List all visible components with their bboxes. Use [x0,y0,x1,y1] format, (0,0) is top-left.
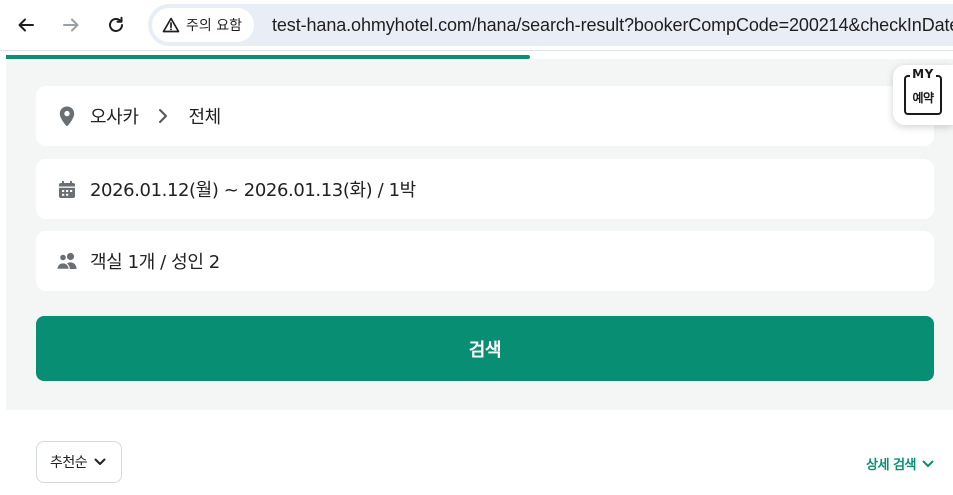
guests-field[interactable]: 객실 1개 / 성인 2 [36,231,934,291]
date-range: 2026.01.12(월) ~ 2026.01.13(화) / 1박 [90,180,416,201]
sort-dropdown[interactable]: 추천순 [36,441,122,483]
sort-selected-label: 추천순 [50,455,88,471]
search-button[interactable]: 검색 [36,316,934,381]
reload-icon [109,16,123,32]
security-label: 주의 요함 [186,18,242,34]
my-reservation-button[interactable]: MY 예약 [893,65,953,125]
my-reservation-icon: MY 예약 [904,68,942,115]
detail-search-label: 상세 검색 [866,458,916,473]
calendar-icon [56,178,78,200]
chevron-down-icon [922,460,934,467]
search-panel: 오사카 전체 2026.01.12(월) ~ 2026.01.13(화) / 1… [6,59,953,410]
url-text[interactable]: test-hana.ohmyhotel.com/hana/search-resu… [272,4,953,46]
arrow-left-icon [18,18,34,32]
page-content: 오사카 전체 2026.01.12(월) ~ 2026.01.13(화) / 1… [0,50,953,495]
destination-region: 오사카 [90,107,139,128]
location-pin-icon [56,105,78,127]
reload-button[interactable] [100,9,132,41]
address-bar[interactable]: 주의 요함 test-hana.ohmyhotel.com/hana/searc… [148,4,953,46]
users-icon [56,250,78,272]
destination-field[interactable]: 오사카 전체 [36,86,934,146]
back-button[interactable] [10,9,42,41]
guest-summary: 객실 1개 / 성인 2 [90,252,220,273]
browser-toolbar: 주의 요함 test-hana.ohmyhotel.com/hana/searc… [0,0,953,50]
my-badge-bottom: 예약 [912,91,934,105]
chevron-down-icon [94,458,106,465]
security-indicator[interactable]: 주의 요함 [152,8,254,42]
destination-area: 전체 [188,107,221,128]
my-badge-top: MY [910,67,936,81]
chevron-right-icon [158,108,168,124]
divider [0,50,953,51]
date-field[interactable]: 2026.01.12(월) ~ 2026.01.13(화) / 1박 [36,159,934,219]
arrow-right-icon [63,18,79,32]
warning-icon [162,17,180,33]
forward-button[interactable] [55,9,87,41]
detail-search-toggle[interactable]: 상세 검색 [866,454,934,473]
